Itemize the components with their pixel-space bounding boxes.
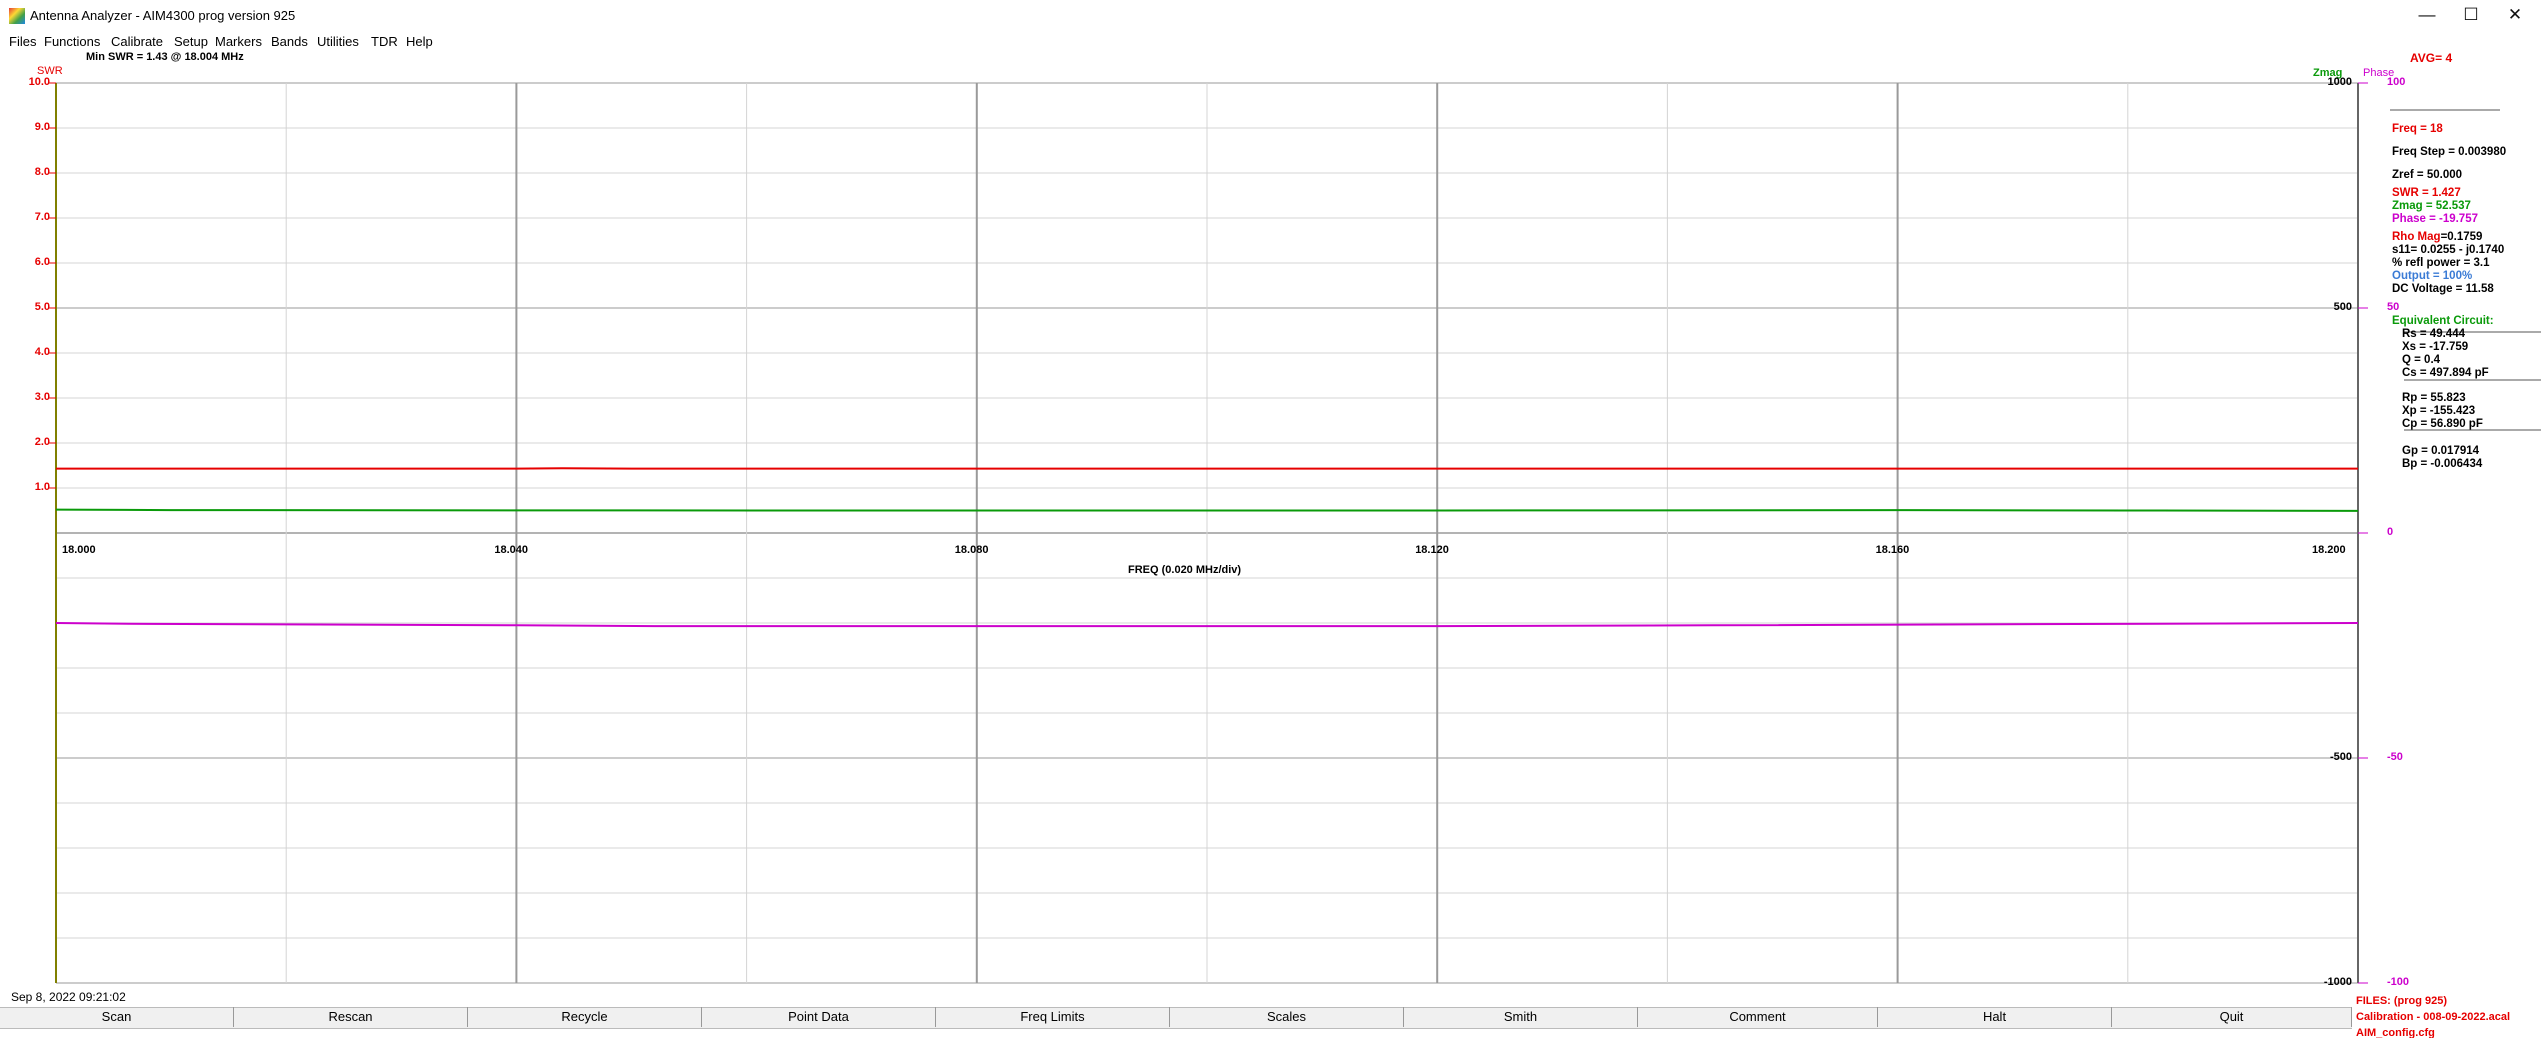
swr-tick-label: 6.0 bbox=[34, 256, 50, 268]
zmag-tick-label: 500 bbox=[2333, 301, 2352, 313]
readout-refl-power: % refl power = 3.1 bbox=[2392, 257, 2490, 269]
readout-rho-label: Rho Mag bbox=[2392, 231, 2441, 243]
x-tick-label: 18.160 bbox=[1875, 544, 1910, 556]
zmag-tick-label: -500 bbox=[2329, 751, 2352, 763]
files-info: FILES: (prog 925) Calibration - 008-09-2… bbox=[2356, 993, 2541, 1038]
swr-tick-label: 7.0 bbox=[34, 211, 50, 223]
x-axis-label: FREQ (0.020 MHz/div) bbox=[1128, 564, 1242, 576]
readout-rp: Rp = 55.823 bbox=[2402, 392, 2466, 404]
swr-tick-label: 2.0 bbox=[34, 436, 50, 448]
readout-freq: Freq = 18 bbox=[2392, 123, 2443, 135]
readout-xp: Xp = -155.423 bbox=[2402, 405, 2476, 417]
phase-tick-label: -100 bbox=[2387, 976, 2410, 988]
swr-tick-label: 3.0 bbox=[34, 391, 50, 403]
freq-limits-button[interactable]: Freq Limits bbox=[936, 1007, 1170, 1027]
x-tick-label: 18.200 bbox=[2312, 544, 2346, 556]
phase-tick-label: 100 bbox=[2387, 76, 2406, 88]
readout-output: Output = 100% bbox=[2392, 270, 2473, 282]
scales-button[interactable]: Scales bbox=[1170, 1007, 1404, 1027]
readout-bp: Bp = -0.006434 bbox=[2402, 458, 2483, 470]
swr-tick-label: 8.0 bbox=[34, 166, 50, 178]
phase-tick-label: 0 bbox=[2387, 526, 2394, 538]
readout-cp: Cp = 56.890 pF bbox=[2402, 418, 2483, 430]
swr-tick-label: 10.0 bbox=[28, 76, 50, 88]
swr-tick-label: 4.0 bbox=[34, 346, 50, 358]
files-line-1: FILES: (prog 925) bbox=[2356, 995, 2448, 1007]
x-tick-label: 18.040 bbox=[494, 544, 529, 556]
phase-tick-label: -50 bbox=[2387, 751, 2403, 763]
swr-tick-label: 5.0 bbox=[34, 301, 50, 313]
swr-tick-label: 1.0 bbox=[34, 481, 50, 493]
chart-svg bbox=[48, 82, 2368, 984]
readout-swr: SWR = 1.427 bbox=[2392, 187, 2461, 199]
readout-q: Q = 0.4 bbox=[2402, 354, 2441, 366]
comment-button[interactable]: Comment bbox=[1638, 1007, 1878, 1027]
smith-button[interactable]: Smith bbox=[1404, 1007, 1638, 1027]
zmag-tick-label: -1000 bbox=[2323, 976, 2352, 988]
files-line-2: Calibration - 008-09-2022.acal bbox=[2356, 1011, 2511, 1023]
halt-button[interactable]: Halt bbox=[1878, 1007, 2112, 1027]
zmag-series-line bbox=[55, 508, 2359, 512]
readout-cs: Cs = 497.894 pF bbox=[2402, 367, 2489, 379]
readout-dc-voltage: DC Voltage = 11.58 bbox=[2392, 283, 2494, 295]
x-tick-label: 18.000 bbox=[62, 544, 96, 556]
rescan-button[interactable]: Rescan bbox=[234, 1007, 468, 1027]
quit-button[interactable]: Quit bbox=[2112, 1007, 2352, 1027]
readout-rs: Rs = 49.444 bbox=[2402, 328, 2465, 340]
zmag-tick-label: 1000 bbox=[2327, 76, 2352, 88]
x-tick-label: 18.080 bbox=[954, 544, 989, 556]
readout-xs: Xs = -17.759 bbox=[2402, 341, 2469, 353]
datetime-stamp: Sep 8, 2022 09:21:02 bbox=[11, 990, 126, 1004]
readout-zref: Zref = 50.000 bbox=[2392, 169, 2463, 181]
point-data-button[interactable]: Point Data bbox=[702, 1007, 936, 1027]
readout-gp: Gp = 0.017914 bbox=[2402, 445, 2480, 457]
readout-rho: Rho Mag=0.1759 bbox=[2392, 231, 2482, 243]
recycle-button[interactable]: Recycle bbox=[468, 1007, 702, 1027]
readout-phase: Phase = -19.757 bbox=[2392, 213, 2478, 225]
readout-zmag: Zmag = 52.537 bbox=[2392, 200, 2471, 212]
files-line-3: AIM_config.cfg bbox=[2356, 1027, 2435, 1038]
scan-button[interactable]: Scan bbox=[0, 1007, 234, 1027]
x-tick-label: 18.120 bbox=[1415, 544, 1449, 556]
swr-tick-label: 9.0 bbox=[34, 121, 50, 133]
readout-rho-value: =0.1759 bbox=[2440, 231, 2483, 243]
readout-s11: s11= 0.0255 - j0.1740 bbox=[2392, 244, 2505, 256]
readout-freq-step: Freq Step = 0.003980 bbox=[2392, 146, 2507, 158]
readout-equivalent-circuit: Equivalent Circuit: bbox=[2392, 315, 2494, 327]
